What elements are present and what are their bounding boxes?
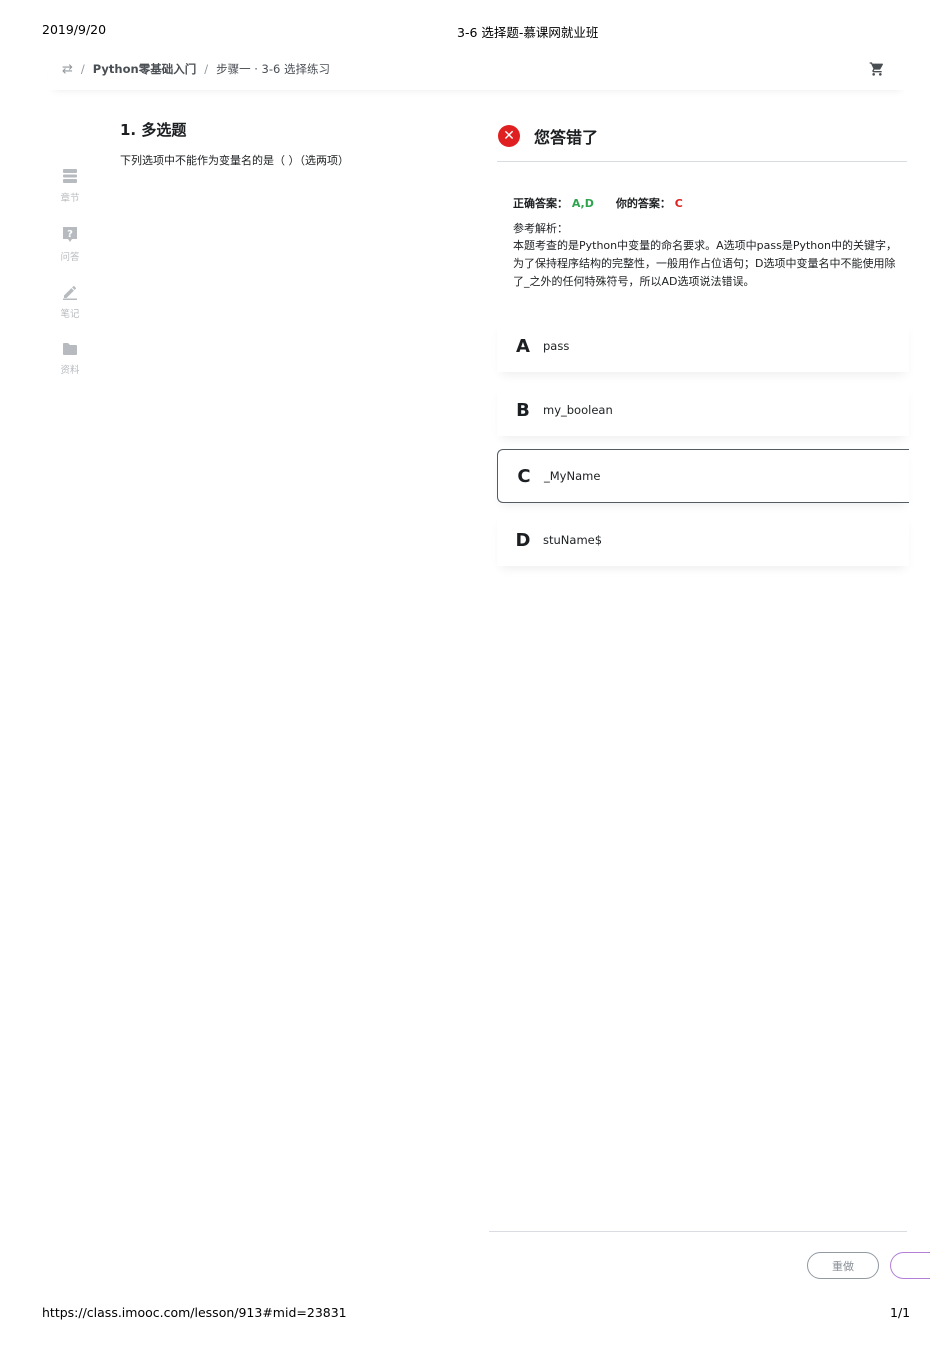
sidebar-item-label: 笔记 [60,309,80,320]
folder-icon [52,342,88,359]
your-answer: 你的答案： C [616,195,683,211]
swap-icon[interactable]: ⇄ [62,62,73,77]
question-title: 1. 多选题 [120,121,187,139]
divider [489,1231,907,1232]
correct-answer: 正确答案： A,D [513,195,594,211]
print-page-number: 1/1 [890,1305,911,1320]
option-d[interactable]: D stuName$ [497,514,909,566]
explanation-text: 本题考查的是Python中变量的命名要求。A选项中pass是Python中的关键… [513,239,897,288]
breadcrumb-step: 步骤一 · 3-6 选择练习 [216,62,330,76]
option-text: _MyName [544,469,601,483]
sidebar-item-label: 问答 [60,252,80,263]
breadcrumb-separator: / [204,62,209,76]
sidebar-item-label: 资料 [60,365,80,376]
result-title: 您答错了 [534,128,599,147]
option-letter: C [517,465,531,487]
redo-button[interactable]: 重做 [807,1252,879,1279]
cart-icon[interactable] [869,61,885,81]
option-letter: B [516,399,530,421]
option-text: pass [543,339,570,353]
sidebar-item-chapters[interactable]: 章节 [52,168,88,204]
print-date: 2019/9/20 [42,22,107,37]
sidebar-item-materials[interactable]: 资料 [52,342,88,376]
option-letter: A [516,335,530,357]
result-header: ✕ 您答错了 [498,124,598,148]
print-url: https://class.imooc.com/lesson/913#mid=2… [42,1305,347,1320]
option-text: my_boolean [543,403,613,417]
svg-text:?: ? [67,229,73,240]
sidebar-item-label: 章节 [60,193,80,204]
option-letter: D [515,529,531,551]
pencil-icon [52,284,88,303]
sidebar-item-qa[interactable]: ? 问答 [52,226,88,263]
correct-answer-label: 正确答案： [513,197,568,210]
correct-answer-value: A,D [571,197,594,210]
question-icon: ? [52,226,88,246]
answer-summary: 正确答案： A,D 你的答案： C [513,195,683,211]
breadcrumb-separator: / [80,62,85,76]
wrong-icon: ✕ [498,125,520,147]
your-answer-label: 你的答案： [615,197,671,210]
print-title: 3-6 选择题-慕课网就业班 [457,25,599,40]
breadcrumb: ⇄ / Python零基础入门 / 步骤一 · 3-6 选择练习 [62,61,330,77]
next-button[interactable] [890,1252,930,1279]
divider [497,161,907,162]
option-b[interactable]: B my_boolean [497,384,909,436]
breadcrumb-course[interactable]: Python零基础入门 [93,61,196,77]
option-text: stuName$ [543,533,603,547]
question-text: 下列选项中不能作为变量名的是（ ）（选两项） [120,154,349,167]
chapters-icon [52,168,88,187]
sidebar-item-notes[interactable]: 笔记 [52,284,88,320]
option-a[interactable]: A pass [497,320,909,372]
option-c[interactable]: C _MyName [497,449,909,503]
your-answer-value: C [674,197,683,210]
explanation-label: 参考解析： [513,222,568,235]
